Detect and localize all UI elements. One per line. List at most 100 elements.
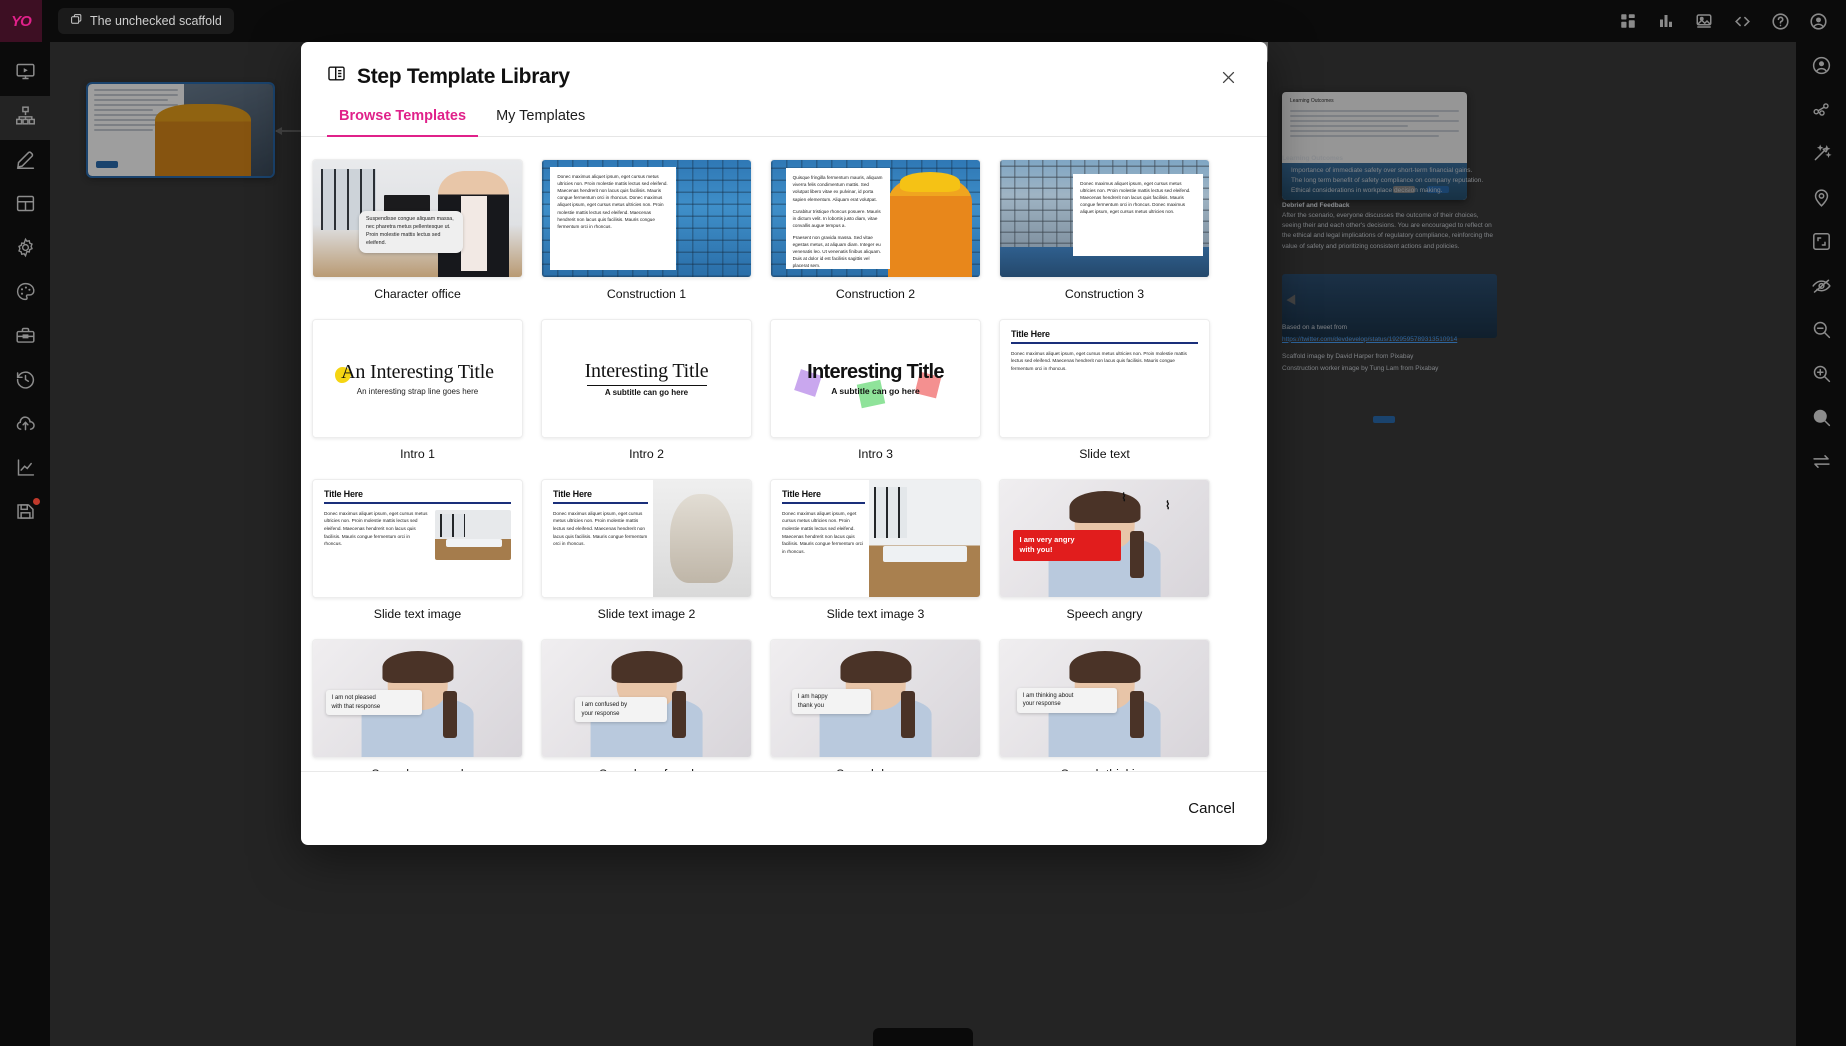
sidebar-item-flow[interactable] <box>0 96 59 140</box>
template-grid-scroll[interactable]: Suspendisse congue aliquam massa, nec ph… <box>301 137 1267 771</box>
slide-text: Title Here Donec maximus aliquet ipsum, … <box>1000 320 1209 437</box>
rail-item-account[interactable] <box>1796 46 1846 90</box>
rail-item-share[interactable] <box>1796 90 1846 134</box>
tab-browse-templates[interactable]: Browse Templates <box>327 108 479 137</box>
sidebar-item-edit[interactable] <box>0 140 50 184</box>
template-card[interactable]: Title Here Donec maximus aliquet ipsum, … <box>999 319 1210 461</box>
title-underline <box>1011 342 1198 344</box>
slide-text-image: Title Here Donec maximus aliquet ipsum, … <box>313 480 522 597</box>
template-thumbnail[interactable]: Title Here Donec maximus aliquet ipsum, … <box>999 319 1210 438</box>
template-thumbnail[interactable]: Donec maximus aliquet ipsum, eget cursus… <box>999 159 1210 278</box>
slide-image <box>652 480 751 597</box>
sidebar-item-preview[interactable] <box>0 52 50 96</box>
template-card[interactable]: I am confused by your response Speech co… <box>541 639 752 771</box>
slide-body-text: Donec maximus aliquet ipsum, eget cursus… <box>550 167 676 270</box>
template-thumbnail[interactable]: I am confused by your response <box>541 639 752 758</box>
template-thumbnail[interactable]: I am thinking about your response <box>999 639 1210 758</box>
title-underline <box>324 502 511 504</box>
template-thumbnail[interactable]: Title Here Donec maximus aliquet ipsum, … <box>770 479 981 598</box>
template-card[interactable]: An Interesting Title An interesting stra… <box>312 319 523 461</box>
sidebar-item-history[interactable] <box>0 360 50 404</box>
template-thumbnail[interactable]: Title Here Donec maximus aliquet ipsum, … <box>541 479 752 598</box>
template-card[interactable]: I am not pleased with that response Spee… <box>312 639 523 771</box>
template-card[interactable]: Quisque fringilla fermentum mauris, aliq… <box>770 159 981 301</box>
template-thumbnail[interactable]: ⌇ ⌇ I am very angry with you! <box>999 479 1210 598</box>
rail-item-swap[interactable] <box>1796 442 1846 486</box>
anger-mark-icon: ⌇ <box>1165 499 1171 512</box>
tab-my-templates[interactable]: My Templates <box>484 108 597 137</box>
sidebar-item-toolbox[interactable] <box>0 316 50 360</box>
gear-icon <box>15 237 36 263</box>
template-caption: Speech annoyed <box>312 767 523 771</box>
sidebar-item-save[interactable] <box>0 492 50 536</box>
slide-body: Donec maximus aliquet ipsum, eget cursus… <box>782 510 864 554</box>
template-card[interactable]: Title Here Donec maximus aliquet ipsum, … <box>312 479 523 621</box>
template-card[interactable]: I am thinking about your response Speech… <box>999 639 1210 771</box>
template-card[interactable]: Suspendisse congue aliquam massa, nec ph… <box>312 159 523 301</box>
account-icon[interactable] <box>1808 11 1828 31</box>
intro-slide: Interesting Title A subtitle can go here <box>771 320 980 437</box>
template-card[interactable]: Donec maximus aliquet ipsum, eget cursus… <box>541 159 752 301</box>
template-card[interactable]: ⌇ ⌇ I am very angry with you! Speech ang… <box>999 479 1210 621</box>
slide-body: Donec maximus aliquet ipsum, eget cursus… <box>553 510 648 547</box>
rail-item-zoom-in[interactable] <box>1796 354 1846 398</box>
template-thumbnail[interactable]: Donec maximus aliquet ipsum, eget cursus… <box>541 159 752 278</box>
eye-off-icon <box>1811 275 1832 301</box>
template-card[interactable]: I am happy thank you Speech happy <box>770 639 981 771</box>
sidebar-item-theme[interactable] <box>0 272 50 316</box>
template-card[interactable]: Title Here Donec maximus aliquet ipsum, … <box>770 479 981 621</box>
template-thumbnail[interactable]: Title Here Donec maximus aliquet ipsum, … <box>312 479 523 598</box>
rail-item-zoom-out[interactable] <box>1796 310 1846 354</box>
cloud-upload-icon <box>15 413 36 439</box>
bar-chart-icon[interactable] <box>1656 11 1676 31</box>
template-card[interactable]: Donec maximus aliquet ipsum, eget cursus… <box>999 159 1210 301</box>
cancel-button[interactable]: Cancel <box>1188 800 1235 817</box>
template-caption: Slide text <box>1079 447 1130 461</box>
template-card[interactable]: Interesting Title A subtitle can go here… <box>770 319 981 461</box>
slide-title: Title Here <box>1011 329 1050 339</box>
template-thumbnail[interactable]: Interesting Title A subtitle can go here <box>770 319 981 438</box>
person-hair <box>1068 650 1141 684</box>
intro-subtitle: A subtitle can go here <box>604 388 689 398</box>
template-caption: Speech happy <box>770 767 981 771</box>
template-thumbnail[interactable]: I am happy thank you <box>770 639 981 758</box>
sidebar-item-publish[interactable] <box>0 404 50 448</box>
document-name-chip[interactable]: The unchecked scaffold <box>58 8 234 34</box>
share-nodes-icon <box>1811 99 1832 125</box>
template-caption: Speech thinking <box>999 767 1210 771</box>
template-thumbnail[interactable]: An Interesting Title An interesting stra… <box>312 319 523 438</box>
template-thumbnail[interactable]: Interesting Title A subtitle can go here <box>541 319 752 438</box>
template-thumbnail[interactable]: Quisque fringilla fermentum mauris, aliq… <box>770 159 981 278</box>
template-thumbnail[interactable]: I am not pleased with that response <box>312 639 523 758</box>
image-icon[interactable] <box>1694 11 1714 31</box>
rail-item-pin[interactable] <box>1796 178 1846 222</box>
template-caption: Character office <box>374 287 461 301</box>
help-icon[interactable] <box>1770 11 1790 31</box>
template-card[interactable]: Interesting Title A subtitle can go here… <box>541 319 752 461</box>
template-caption: Construction 2 <box>835 287 916 301</box>
person-hair <box>1068 490 1141 524</box>
dashboard-grid-icon[interactable] <box>1618 11 1638 31</box>
sidebar-item-settings[interactable] <box>0 228 50 272</box>
person-braid <box>1129 531 1145 579</box>
rail-item-magic[interactable] <box>1796 134 1846 178</box>
layout-icon <box>15 193 36 219</box>
template-thumbnail[interactable]: Suspendisse congue aliquam massa, nec ph… <box>312 159 523 278</box>
zoom-in-icon <box>1811 363 1832 389</box>
sidebar-item-layout[interactable] <box>0 184 50 228</box>
template-card[interactable]: Title Here Donec maximus aliquet ipsum, … <box>541 479 752 621</box>
hard-hat <box>899 172 960 193</box>
sidebar-item-analytics[interactable] <box>0 448 50 492</box>
rail-item-search[interactable] <box>1796 398 1846 442</box>
person-braid <box>1129 691 1145 739</box>
rail-item-fit[interactable] <box>1796 222 1846 266</box>
floppy-save-icon <box>15 501 36 527</box>
document-name-label: The unchecked scaffold <box>90 14 222 28</box>
meeting-room-photo <box>435 509 511 560</box>
close-icon[interactable] <box>1215 64 1241 90</box>
speech-bubble: I am confused by your response <box>575 697 668 723</box>
right-sidebar <box>1796 42 1846 1046</box>
code-icon[interactable] <box>1732 11 1752 31</box>
app-logo[interactable]: YO <box>0 0 42 42</box>
rail-item-hide[interactable] <box>1796 266 1846 310</box>
